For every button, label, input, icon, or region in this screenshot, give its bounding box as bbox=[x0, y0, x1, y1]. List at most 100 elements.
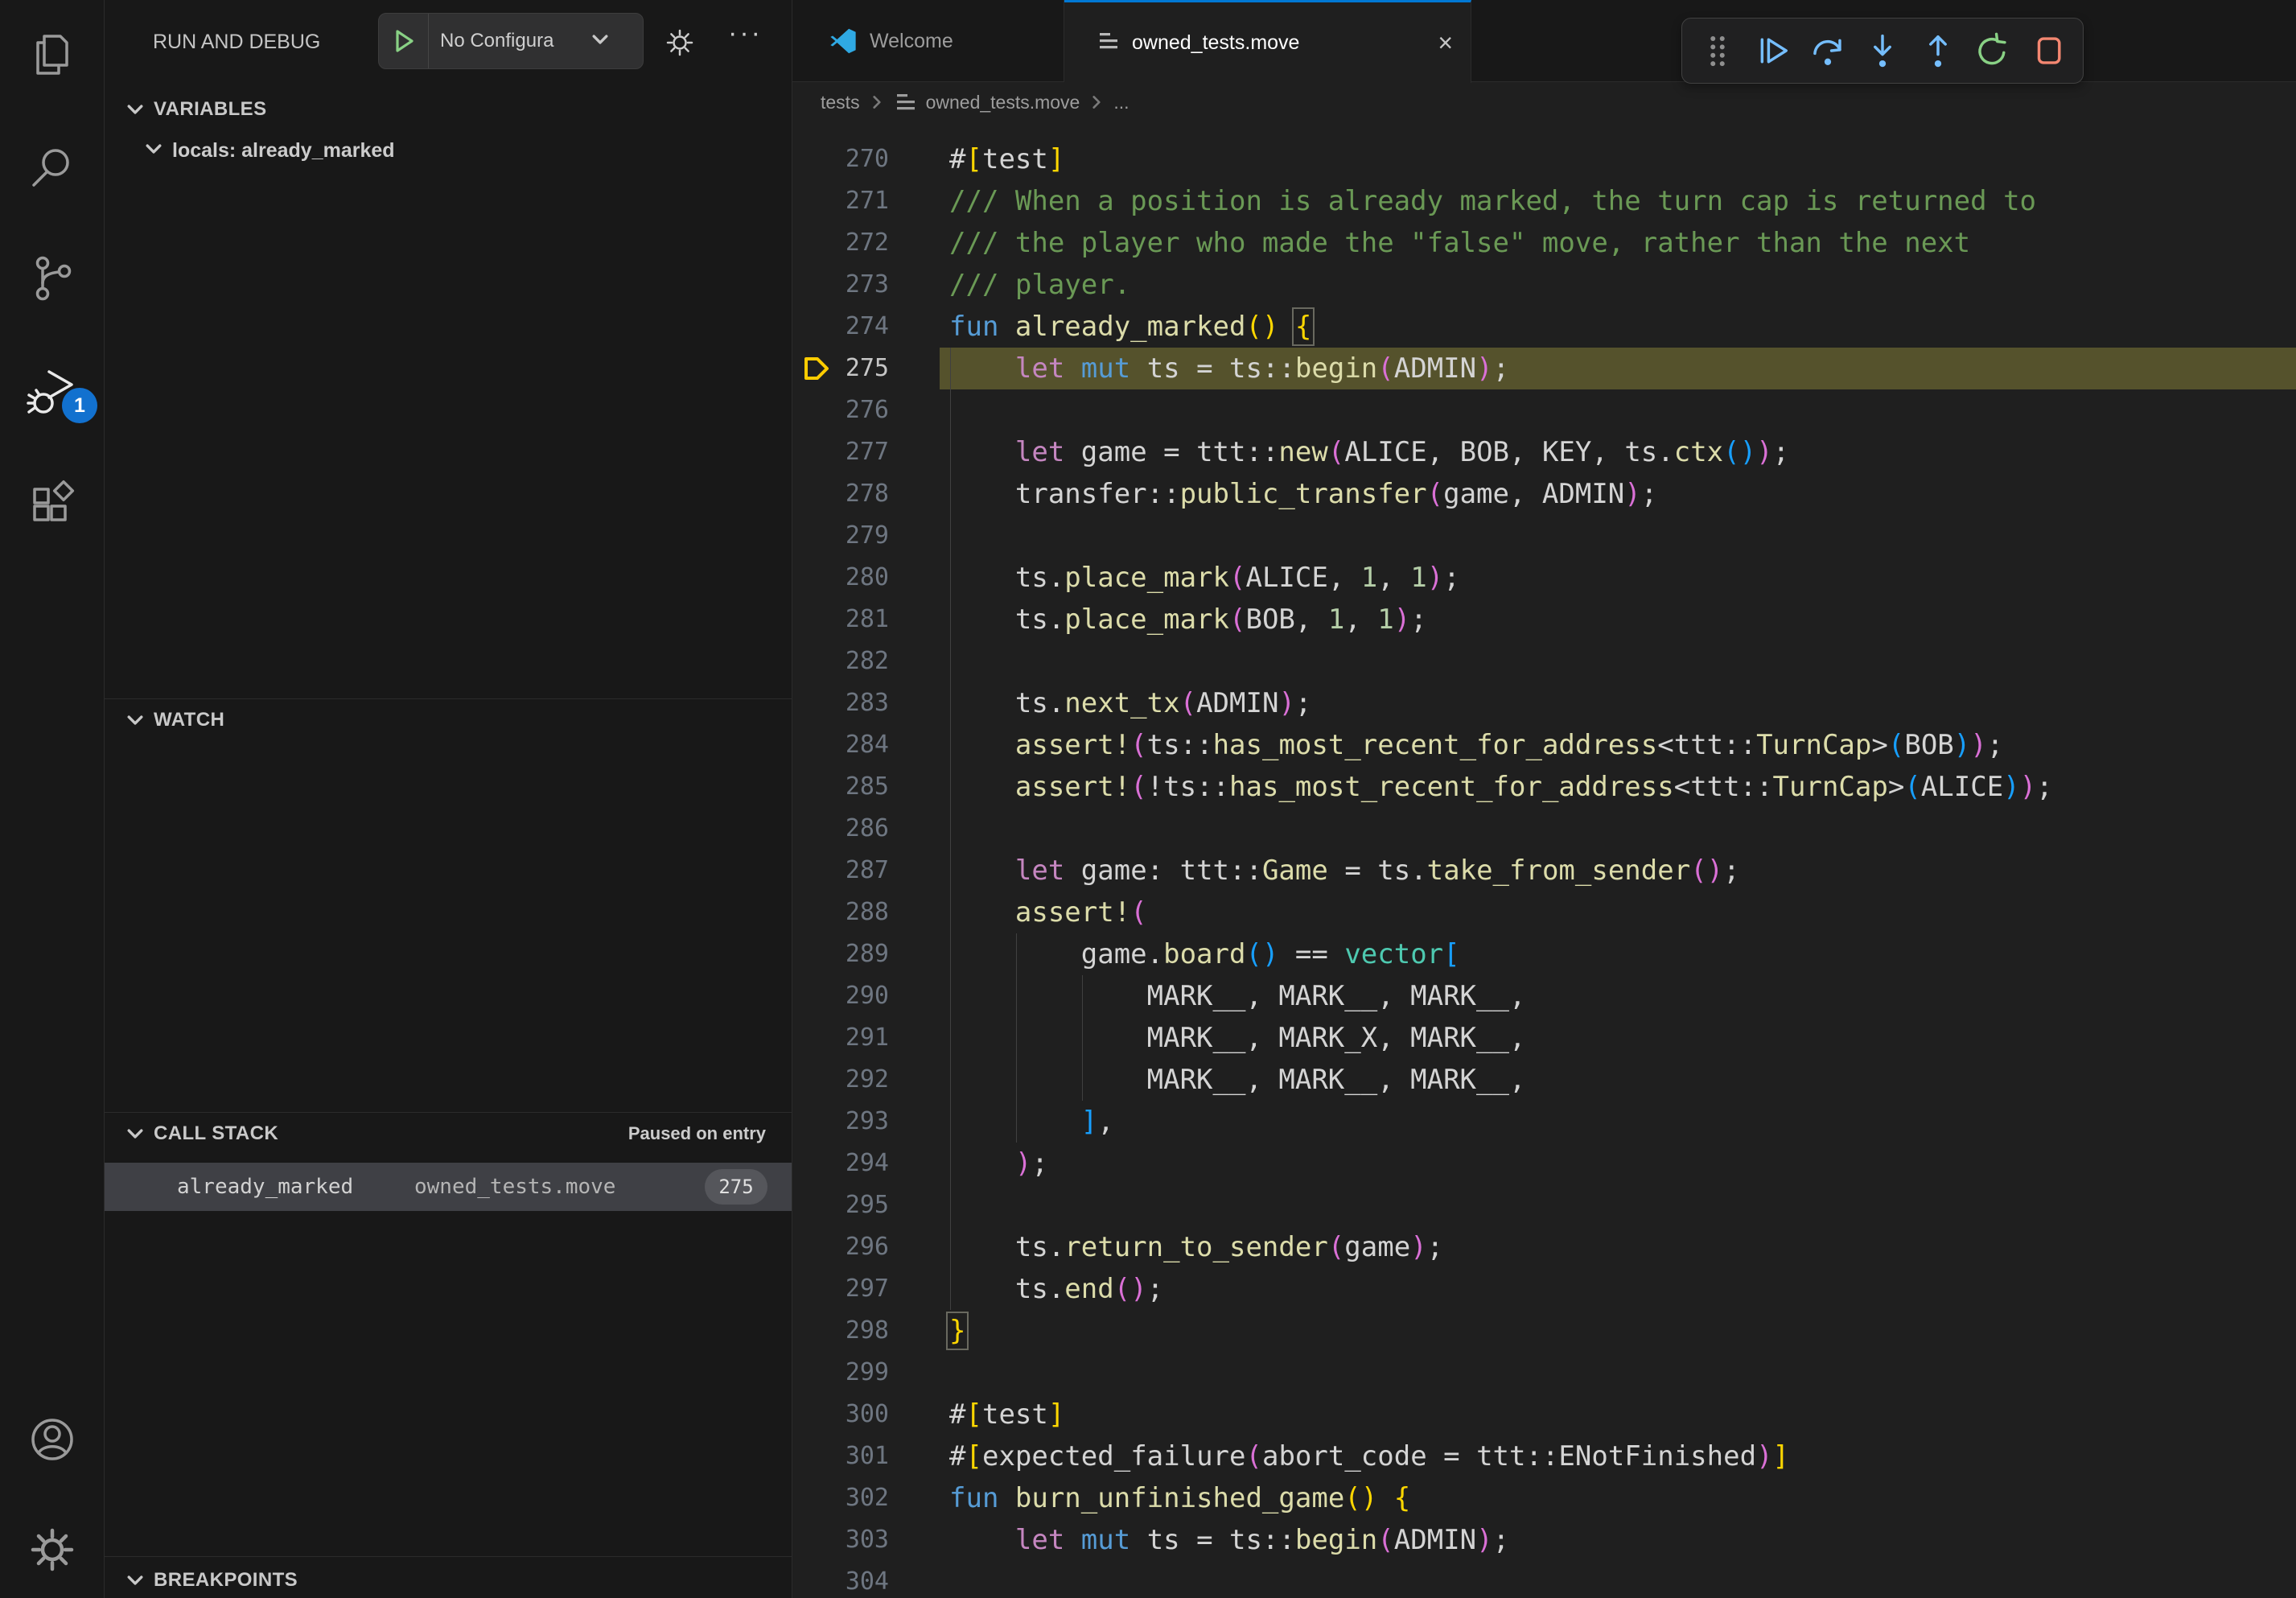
code-text[interactable]: #[test] bbox=[949, 1394, 1064, 1435]
line-number[interactable]: 286 bbox=[792, 808, 889, 850]
activitybar-explorer[interactable] bbox=[27, 30, 78, 81]
code-text[interactable]: let game: ttt::Game = ts.take_from_sende… bbox=[949, 850, 1740, 892]
code-text[interactable]: #[expected_failure(abort_code = ttt::ENo… bbox=[949, 1435, 1789, 1477]
code-line[interactable]: 292 MARK__, MARK__, MARK__, bbox=[792, 1059, 2296, 1101]
activitybar-settings[interactable] bbox=[27, 1524, 78, 1575]
activitybar-account[interactable] bbox=[27, 1414, 78, 1465]
code-editor[interactable]: 270 #[test] 271 /// When a position is alre… bbox=[792, 122, 2296, 1598]
line-number[interactable]: 303 bbox=[792, 1519, 889, 1561]
code-text[interactable]: ts.next_tx(ADMIN); bbox=[949, 682, 1311, 724]
code-line[interactable]: 278 transfer::public_transfer(game, ADMI… bbox=[792, 473, 2296, 515]
code-line[interactable]: 272/// the player who made the "false" m… bbox=[792, 222, 2296, 264]
code-text[interactable]: MARK__, MARK_X, MARK__, bbox=[949, 1017, 1525, 1059]
line-number[interactable]: 271 bbox=[792, 180, 889, 222]
code-text[interactable]: game.board() == vector[ bbox=[949, 933, 1460, 975]
code-text[interactable]: transfer::public_transfer(game, ADMIN); bbox=[949, 473, 1657, 515]
line-number[interactable]: 297 bbox=[792, 1268, 889, 1310]
code-line[interactable]: 274 fun already_marked() { bbox=[792, 306, 2296, 348]
activitybar-search[interactable] bbox=[27, 142, 78, 194]
line-number[interactable]: 302 bbox=[792, 1477, 889, 1519]
code-line[interactable]: 277 let game = ttt::new(ALICE, BOB, KEY,… bbox=[792, 431, 2296, 473]
code-text[interactable]: let mut ts = ts::begin(ADMIN); bbox=[949, 1519, 1509, 1561]
continue-button[interactable] bbox=[1752, 31, 1792, 71]
line-number[interactable]: 279 bbox=[792, 515, 889, 557]
line-number[interactable]: 304 bbox=[792, 1561, 889, 1598]
close-tab-icon[interactable]: × bbox=[1438, 30, 1453, 56]
code-text[interactable]: /// player. bbox=[949, 264, 1130, 306]
line-number[interactable]: 299 bbox=[792, 1352, 889, 1394]
code-line[interactable]: 296 ts.return_to_sender(game); bbox=[792, 1226, 2296, 1268]
step-into-button[interactable] bbox=[1862, 31, 1903, 71]
code-line[interactable]: 270 #[test] bbox=[792, 138, 2296, 180]
code-line[interactable]: 290 MARK__, MARK__, MARK__, bbox=[792, 975, 2296, 1017]
code-text[interactable]: MARK__, MARK__, MARK__, bbox=[949, 1059, 1525, 1101]
line-number[interactable]: 282 bbox=[792, 640, 889, 682]
line-number[interactable]: 298 bbox=[792, 1310, 889, 1352]
breadcrumb-file[interactable]: owned_tests.move bbox=[926, 92, 1080, 113]
line-number[interactable]: 291 bbox=[792, 1017, 889, 1059]
line-number[interactable]: 293 bbox=[792, 1101, 889, 1143]
code-line[interactable]: 300 #[test] bbox=[792, 1394, 2296, 1435]
toolbar-drag-handle[interactable] bbox=[1697, 31, 1738, 71]
code-text[interactable]: let mut ts = ts::begin(ADMIN); bbox=[949, 348, 1509, 389]
line-number[interactable]: 272 bbox=[792, 222, 889, 264]
code-line[interactable]: 281 ts.place_mark(BOB, 1, 1); bbox=[792, 599, 2296, 640]
code-text[interactable]: assert!( bbox=[949, 892, 1147, 933]
code-line[interactable]: 284 assert!(ts::has_most_recent_for_addr… bbox=[792, 724, 2296, 766]
line-number[interactable]: 276 bbox=[792, 389, 889, 431]
breadcrumb-symbol[interactable]: ... bbox=[1113, 92, 1129, 113]
line-number[interactable]: 288 bbox=[792, 892, 889, 933]
more-actions-button[interactable]: ··· bbox=[728, 18, 763, 49]
call-stack-section-header[interactable]: CALL STACK Paused on entry bbox=[105, 1113, 792, 1155]
code-text[interactable]: fun already_marked() { bbox=[949, 306, 1311, 348]
line-number[interactable]: 285 bbox=[792, 766, 889, 808]
code-text[interactable]: MARK__, MARK__, MARK__, bbox=[949, 975, 1525, 1017]
stop-button[interactable] bbox=[2028, 31, 2068, 71]
code-line[interactable]: 302 fun burn_unfinished_game() { bbox=[792, 1477, 2296, 1519]
code-line[interactable]: 287 let game: ttt::Game = ts.take_from_s… bbox=[792, 850, 2296, 892]
call-stack-frame-row[interactable]: already_marked owned_tests.move 275 bbox=[105, 1163, 792, 1211]
code-line[interactable]: 301 #[expected_failure(abort_code = ttt::… bbox=[792, 1435, 2296, 1477]
line-number[interactable]: 270 bbox=[792, 138, 889, 180]
code-line[interactable]: 293 ], bbox=[792, 1101, 2296, 1143]
code-text[interactable]: ts.end(); bbox=[949, 1268, 1163, 1310]
code-line[interactable]: 288 assert!( bbox=[792, 892, 2296, 933]
code-line[interactable]: 283 ts.next_tx(ADMIN); bbox=[792, 682, 2296, 724]
code-text[interactable]: /// When a position is already marked, t… bbox=[949, 180, 2036, 222]
code-text[interactable]: fun burn_unfinished_game() { bbox=[949, 1477, 1410, 1519]
code-line[interactable]: 297 ts.end(); bbox=[792, 1268, 2296, 1310]
line-number[interactable]: 290 bbox=[792, 975, 889, 1017]
tab-welcome[interactable]: Welcome bbox=[792, 0, 1064, 82]
breakpoints-section-header[interactable]: BREAKPOINTS bbox=[105, 1559, 792, 1598]
line-number[interactable]: 287 bbox=[792, 850, 889, 892]
line-number[interactable]: 274 bbox=[792, 306, 889, 348]
code-line[interactable]: 304 bbox=[792, 1561, 2296, 1598]
code-text[interactable]: ts.place_mark(BOB, 1, 1); bbox=[949, 599, 1427, 640]
activitybar-run-and-debug[interactable]: 1 bbox=[27, 367, 78, 418]
code-line[interactable]: 285 assert!(!ts::has_most_recent_for_add… bbox=[792, 766, 2296, 808]
line-number[interactable]: 300 bbox=[792, 1394, 889, 1435]
code-text[interactable]: } bbox=[949, 1310, 965, 1352]
code-text[interactable]: let game = ttt::new(ALICE, BOB, KEY, ts.… bbox=[949, 431, 1789, 473]
activitybar-extensions[interactable] bbox=[27, 476, 78, 528]
activitybar-source-control[interactable] bbox=[27, 253, 78, 304]
debug-config-dropdown[interactable]: No Configura bbox=[378, 13, 644, 69]
line-number[interactable]: 275 bbox=[792, 348, 889, 389]
line-number[interactable]: 284 bbox=[792, 724, 889, 766]
line-number[interactable]: 277 bbox=[792, 431, 889, 473]
code-line[interactable]: 273/// player. bbox=[792, 264, 2296, 306]
start-debug-button[interactable] bbox=[379, 14, 429, 68]
code-line[interactable]: 276 bbox=[792, 389, 2296, 431]
locals-scope-row[interactable]: locals: already_marked bbox=[143, 138, 395, 163]
line-number[interactable]: 289 bbox=[792, 933, 889, 975]
step-out-button[interactable] bbox=[1918, 31, 1958, 71]
line-number[interactable]: 301 bbox=[792, 1435, 889, 1477]
code-line[interactable]: 271 /// When a position is already marked… bbox=[792, 180, 2296, 222]
code-line[interactable]: 286 bbox=[792, 808, 2296, 850]
code-text[interactable]: ts.return_to_sender(game); bbox=[949, 1226, 1443, 1268]
code-line[interactable]: 275 let mut ts = ts::begin(ADMIN); bbox=[792, 348, 2296, 389]
code-line[interactable]: 303 let mut ts = ts::begin(ADMIN); bbox=[792, 1519, 2296, 1561]
code-text[interactable]: #[test] bbox=[949, 138, 1064, 180]
breadcrumb-folder[interactable]: tests bbox=[821, 92, 860, 113]
code-line[interactable]: 282 bbox=[792, 640, 2296, 682]
